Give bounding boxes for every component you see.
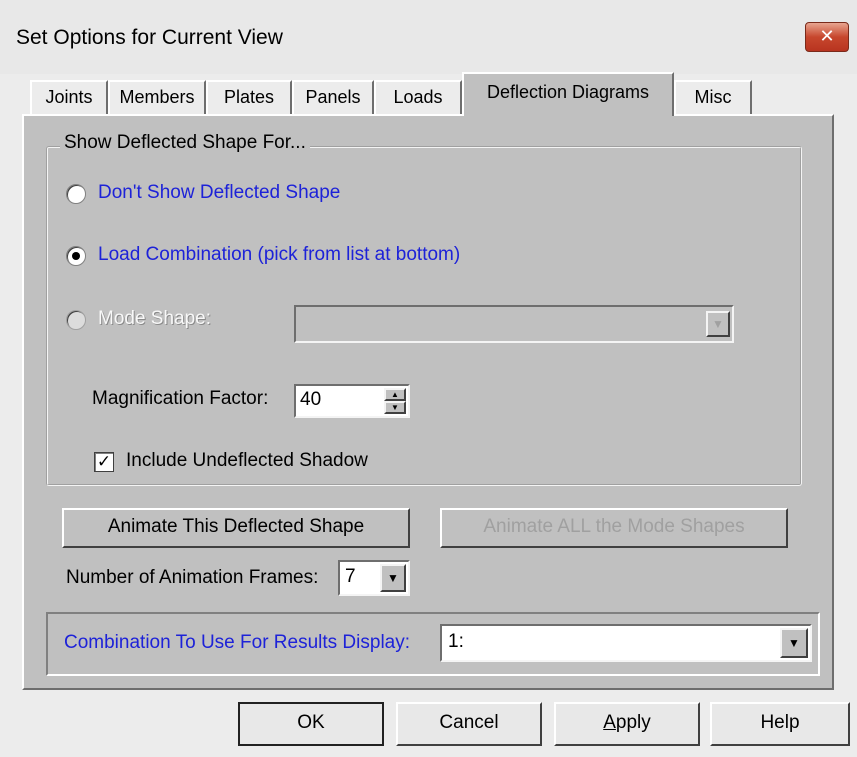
spin-down-icon[interactable]: ▼ [384, 401, 406, 414]
tab-panels[interactable]: Panels [292, 80, 374, 114]
chevron-down-icon: ▼ [706, 311, 730, 337]
group-title: Show Deflected Shape For... [60, 132, 310, 154]
tab-deflection-diagrams[interactable]: Deflection Diagrams [462, 72, 674, 116]
shadow-checkbox[interactable]: ✓ [94, 452, 114, 472]
radio-dont-show-label[interactable]: Don't Show Deflected Shape [98, 182, 340, 204]
window-title: Set Options for Current View [16, 26, 283, 49]
frames-value: 7 [345, 566, 356, 587]
help-button[interactable]: Help [710, 702, 850, 746]
close-icon: ✕ [819, 26, 835, 47]
tab-misc[interactable]: Misc [674, 80, 752, 114]
magnification-label: Magnification Factor: [92, 388, 269, 409]
tab-plates[interactable]: Plates [206, 80, 292, 114]
checkmark-icon: ✓ [96, 452, 112, 472]
magnification-value: 40 [300, 389, 322, 410]
apply-mnemonic: A [603, 712, 616, 733]
radio-load-combination[interactable] [66, 246, 86, 266]
radio-load-combination-label[interactable]: Load Combination (pick from list at bott… [98, 244, 460, 266]
shadow-checkbox-label[interactable]: Include Undeflected Shadow [126, 450, 368, 472]
mode-shape-combo: ▼ [294, 305, 734, 343]
radio-mode-shape-label: Mode Shape: [98, 308, 212, 329]
close-button[interactable]: ✕ [805, 22, 849, 52]
tab-loads[interactable]: Loads [374, 80, 462, 114]
apply-rest: pply [615, 712, 651, 733]
apply-button[interactable]: Apply [554, 702, 700, 746]
ok-button[interactable]: OK [238, 702, 384, 746]
chevron-down-icon[interactable]: ▼ [380, 564, 406, 592]
spin-up-icon[interactable]: ▲ [384, 388, 406, 401]
combination-label: Combination To Use For Results Display: [64, 632, 411, 653]
tab-joints[interactable]: Joints [30, 80, 108, 114]
chevron-down-icon[interactable]: ▼ [780, 628, 808, 658]
animate-this-button[interactable]: Animate This Deflected Shape [62, 508, 410, 548]
frames-select[interactable]: 7 ▼ [338, 560, 410, 596]
frames-label: Number of Animation Frames: [66, 567, 319, 588]
combination-select[interactable]: 1: ▼ [440, 624, 812, 662]
radio-selected-dot [72, 252, 80, 260]
cancel-button[interactable]: Cancel [396, 702, 542, 746]
radio-dont-show[interactable] [66, 184, 86, 204]
radio-mode-shape [66, 310, 86, 330]
combination-value: 1: [448, 631, 464, 652]
tab-members[interactable]: Members [108, 80, 206, 114]
magnification-input[interactable]: 40 ▲ ▼ [294, 384, 410, 418]
animate-all-button: Animate ALL the Mode Shapes [440, 508, 788, 548]
